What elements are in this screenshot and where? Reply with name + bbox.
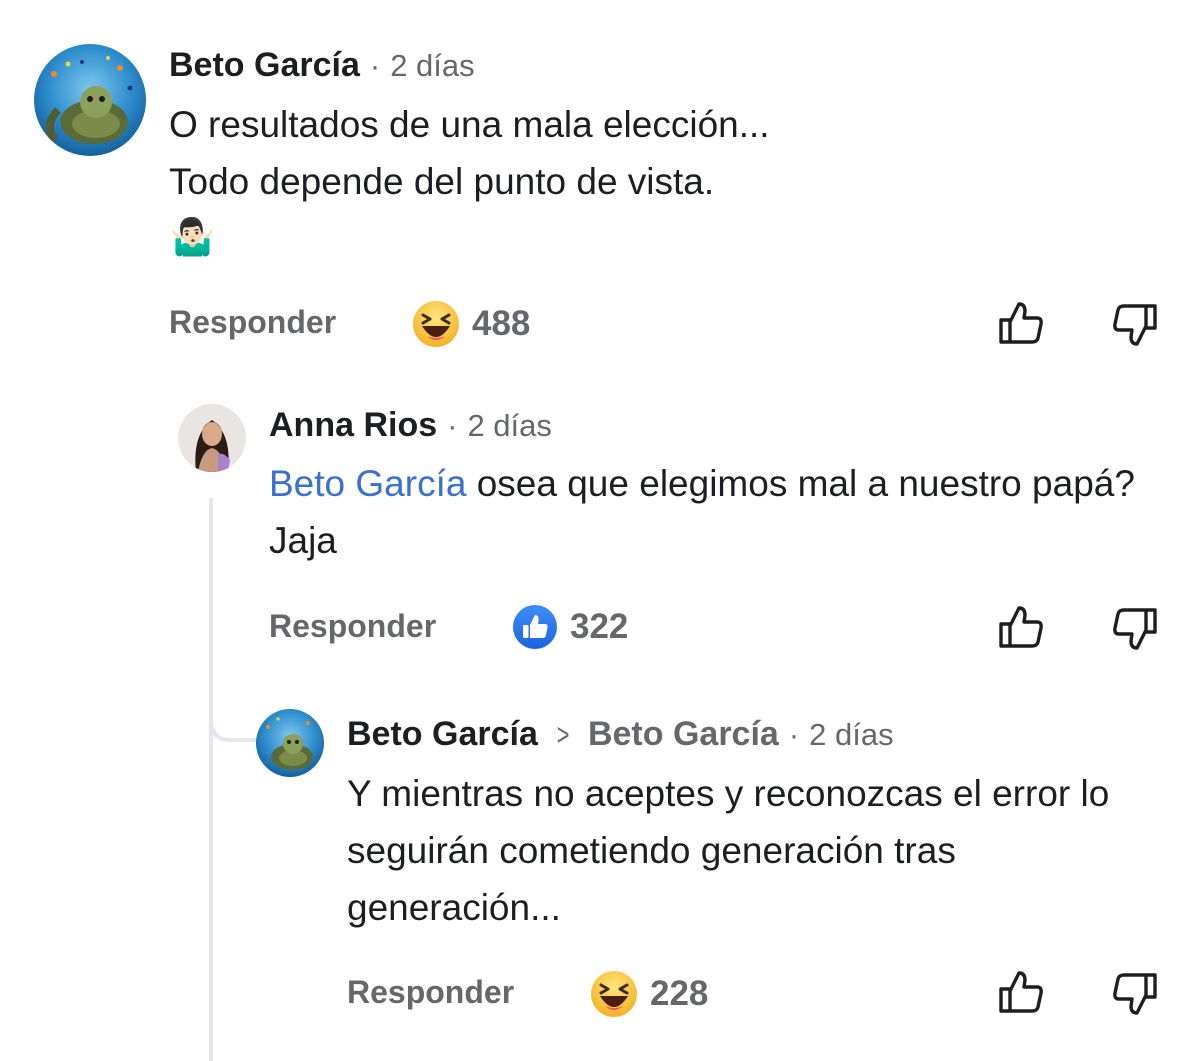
reply-to-name[interactable]: Beto García [588, 715, 779, 754]
separator: · [369, 48, 381, 83]
comment-header: Beto García > Beto García · 2 días [347, 715, 894, 759]
separator: · [447, 408, 458, 443]
thumbs-up-outline-icon[interactable] [997, 300, 1045, 346]
comment-line: O resultados de una mala elección... [169, 104, 770, 145]
author-name[interactable]: Beto García [347, 715, 538, 754]
timestamp[interactable]: 2 días [467, 408, 551, 444]
timestamp[interactable]: 2 días [809, 717, 893, 753]
reaction-summary[interactable]: 488 [412, 300, 530, 348]
reaction-count: 322 [570, 607, 629, 646]
thumbs-down-outline-icon[interactable] [1111, 971, 1159, 1017]
avatar[interactable] [178, 404, 246, 472]
mention-link[interactable]: Beto García [269, 463, 466, 504]
like-reaction-icon [513, 605, 557, 649]
haha-reaction-icon [413, 301, 459, 347]
thumbs-down-outline-icon[interactable] [1111, 302, 1159, 348]
thread-line [209, 498, 213, 1061]
comment-header: Beto García · 2 días [169, 46, 475, 90]
reply-button[interactable]: Responder [169, 304, 336, 341]
author-name[interactable]: Beto García [169, 46, 360, 85]
reaction-summary[interactable]: 322 [512, 604, 628, 650]
reaction-count: 488 [472, 304, 531, 343]
thumbs-down-outline-icon[interactable] [1111, 606, 1159, 652]
avatar[interactable] [256, 709, 324, 777]
reply-button[interactable]: Responder [269, 608, 436, 645]
comment-text: Beto García osea que elegimos mal a nues… [269, 455, 1149, 569]
avatar[interactable] [34, 44, 146, 156]
haha-reaction-icon [591, 971, 637, 1017]
shrug-emoji: 🤷🏻‍♂️ [170, 216, 215, 257]
comment-text: Y mientras no aceptes y reconozcas el er… [347, 773, 1110, 928]
reaction-count: 228 [650, 974, 709, 1013]
comment-line: Todo depende del punto de vista. [169, 161, 715, 202]
thumbs-up-outline-icon[interactable] [997, 604, 1045, 650]
reaction-summary[interactable]: 228 [590, 970, 708, 1018]
thumbs-up-outline-icon[interactable] [997, 969, 1045, 1015]
timestamp[interactable]: 2 días [390, 48, 474, 84]
reply-to-arrow: > [556, 717, 570, 752]
comment-header: Anna Rios · 2 días [269, 406, 552, 450]
separator: · [788, 717, 800, 752]
author-name[interactable]: Anna Rios [269, 406, 437, 445]
reply-button[interactable]: Responder [347, 974, 514, 1011]
comment-text: O resultados de una mala elección... Tod… [169, 96, 1149, 210]
